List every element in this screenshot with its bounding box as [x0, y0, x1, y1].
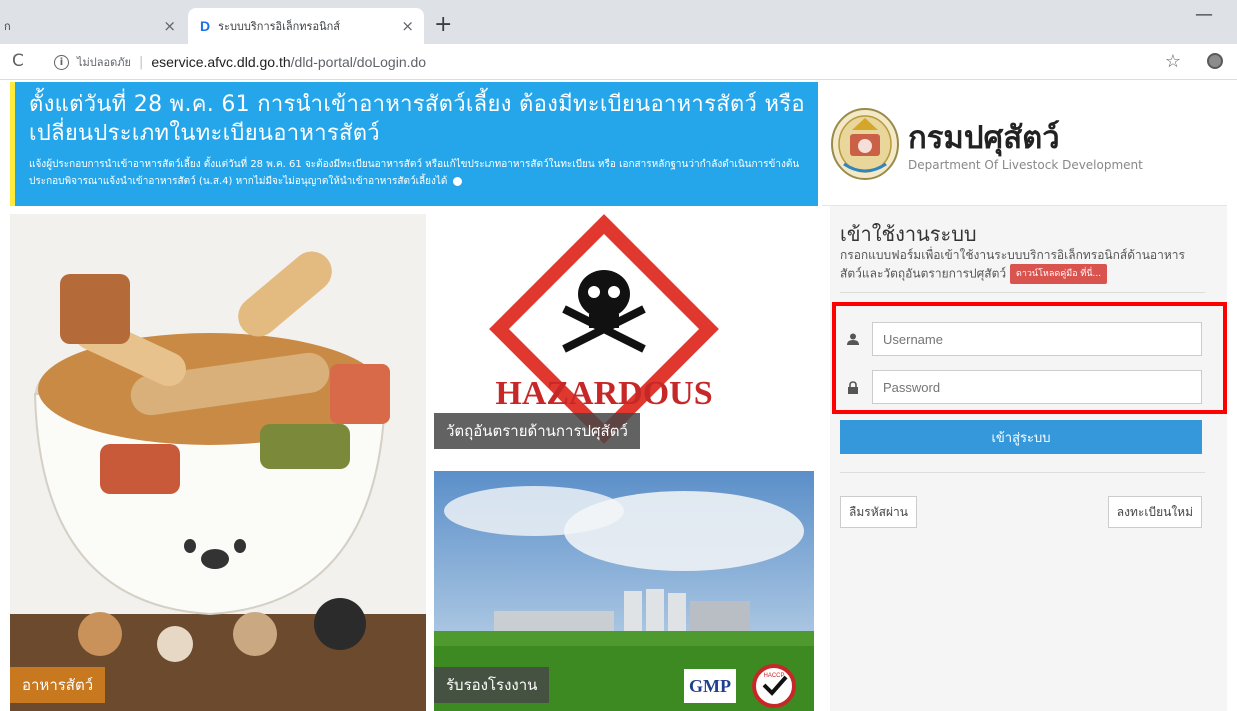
tab-previous-label: ก: [4, 20, 11, 33]
hazard-sign-text: HAZARDOUS: [495, 375, 712, 412]
bookmark-star-icon[interactable]: ☆: [1165, 51, 1181, 72]
reload-icon[interactable]: C: [12, 51, 24, 71]
forgot-password-button[interactable]: ลืมรหัสผ่าน: [840, 496, 917, 528]
url-field[interactable]: i ไม่ปลอดภัย | eservice.afvc.dld.go.th /…: [44, 49, 1194, 75]
tile-hazardous-label: วัตถุอันตรายด้านการปศุสัตว์: [434, 413, 640, 449]
divider: [840, 472, 1205, 473]
close-icon[interactable]: ×: [163, 17, 176, 35]
header-logo: กรมปศุสัตว์ Department Of Livestock Deve…: [822, 82, 1227, 206]
info-icon[interactable]: i: [54, 54, 69, 70]
url-path: /dld-portal/doLogin.do: [290, 54, 427, 70]
close-icon[interactable]: ×: [401, 17, 414, 35]
url-separator: |: [138, 54, 144, 70]
new-tab-icon[interactable]: +: [434, 12, 452, 37]
address-bar: C i ไม่ปลอดภัย | eservice.afvc.dld.go.th…: [0, 44, 1237, 80]
banner-text: แจ้งผู้ประกอบการนำเข้าอาหารสัตว์เลี้ยง ต…: [29, 159, 800, 187]
tab-active[interactable]: D ระบบบริการอิเล็กทรอนิกส์ ×: [188, 8, 424, 44]
tile-pet-food[interactable]: อาหารสัตว์: [10, 214, 426, 711]
download-manual-link[interactable]: ดาวน์โหลดคู่มือ ที่นี่...: [1009, 264, 1108, 284]
lock-icon: [846, 370, 860, 404]
tab-active-title: ระบบบริการอิเล็กทรอนิกส์: [218, 20, 340, 33]
minimize-icon[interactable]: —: [1195, 4, 1213, 25]
login-button[interactable]: เข้าสู่ระบบ: [840, 420, 1202, 454]
security-status: ไม่ปลอดภัย: [77, 56, 131, 69]
tile-pet-food-label: อาหารสัตว์: [10, 667, 106, 703]
gmp-badge-text: GMP: [689, 676, 731, 696]
haccp-badge-text: HACCP: [763, 673, 784, 679]
divider: [840, 292, 1205, 293]
password-input[interactable]: [872, 370, 1202, 404]
banner-title: ตั้งแต่วันที่ 28 พ.ค. 61 การนำเข้าอาหารส…: [29, 92, 805, 146]
brand-name-th: กรมปศุสัตว์: [908, 120, 1060, 156]
pet-food-image: [10, 214, 426, 711]
username-input[interactable]: [872, 322, 1202, 356]
browser-tab-bar: ก × D ระบบบริการอิเล็กทรอนิกส์ × + —: [0, 0, 1237, 44]
tile-factory-label: รับรองโรงงาน: [434, 667, 550, 703]
tile-factory[interactable]: GMP HACCP รับรองโรงงาน: [434, 471, 814, 711]
extension-icon[interactable]: [1207, 53, 1223, 69]
announcement-banner: ตั้งแต่วันที่ 28 พ.ค. 61 การนำเข้าอาหารส…: [10, 82, 818, 206]
site-favicon-icon: D: [200, 18, 211, 34]
register-button[interactable]: ลงทะเบียนใหม่: [1107, 496, 1202, 528]
login-panel: เข้าใช้งานระบบ กรอกแบบฟอร์มเพื่อเข้าใช้ง…: [830, 206, 1227, 711]
tab-previous[interactable]: ก ×: [0, 8, 186, 44]
service-tiles: อาหารสัตว์ HAZARDOUS วัตถุอันตรายด้านการ…: [10, 206, 818, 711]
page-content: ตั้งแต่วันที่ 28 พ.ค. 61 การนำเข้าอาหารส…: [10, 82, 1227, 711]
url-domain: eservice.afvc.dld.go.th: [151, 54, 291, 70]
brand-name-en: Department Of Livestock Development: [908, 158, 1143, 172]
department-seal-icon: [831, 108, 899, 180]
user-icon: [846, 322, 860, 356]
slider-dot-icon[interactable]: [452, 176, 462, 186]
tile-hazardous[interactable]: HAZARDOUS วัตถุอันตรายด้านการปศุสัตว์: [434, 214, 814, 449]
